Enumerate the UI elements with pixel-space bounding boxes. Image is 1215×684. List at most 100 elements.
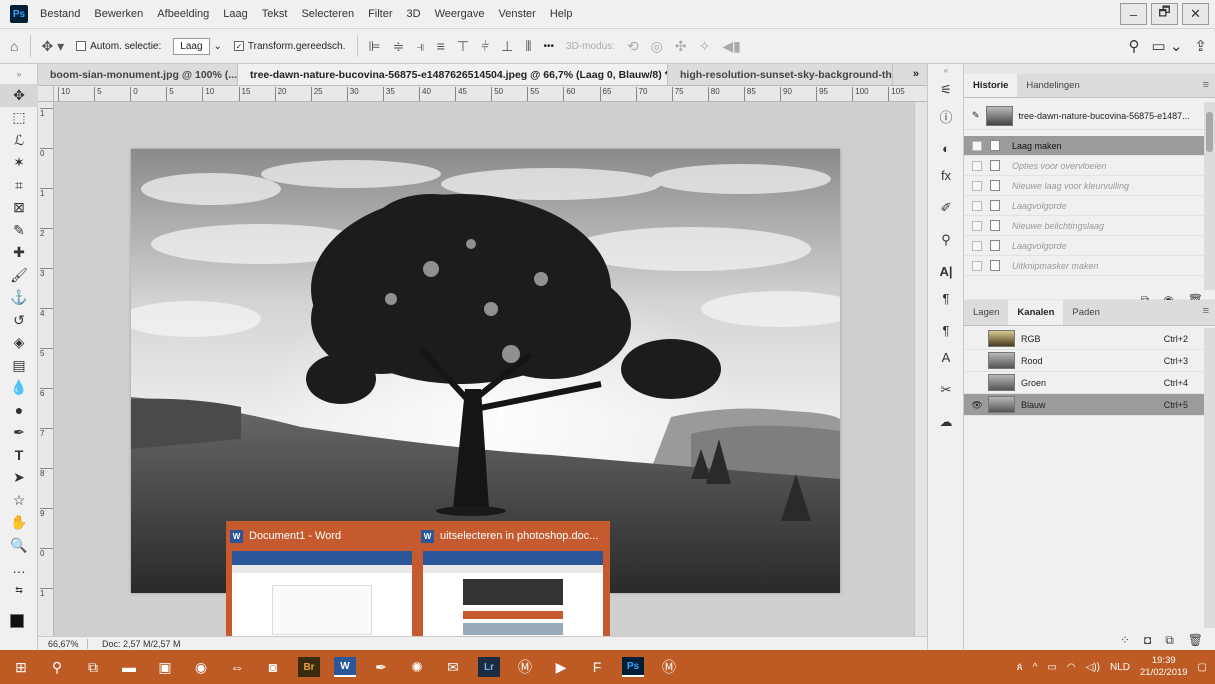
3d-scale-icon[interactable]: ◀▮ (722, 38, 740, 55)
move-tool-preset-icon[interactable]: ✥ ▾ (41, 38, 64, 55)
marquee-tool-icon[interactable]: ⬚ (0, 107, 38, 130)
home-icon[interactable]: ⌂ (10, 38, 18, 54)
clone-stamp-tool-icon[interactable]: ⚓ (0, 287, 38, 310)
bridge-icon[interactable]: Br (298, 657, 320, 677)
path-selection-tool-icon[interactable]: ➤ (0, 467, 38, 490)
menu-help[interactable]: Help (550, 8, 573, 20)
transform-checkbox[interactable]: ✓ (233, 41, 244, 51)
eyedropper-tool-icon[interactable]: ✎ (0, 219, 38, 242)
history-source-checkbox[interactable] (972, 180, 982, 191)
load-selection-icon[interactable]: ⁘ (1120, 633, 1130, 647)
visibility-toggle[interactable] (970, 356, 984, 366)
character-styles-icon[interactable]: A (928, 344, 964, 371)
paragraph-styles-icon[interactable]: ¶ (928, 317, 964, 344)
menu-tekst[interactable]: Tekst (262, 8, 288, 20)
history-source-checkbox[interactable] (972, 260, 982, 271)
new-channel-icon[interactable]: ⧉ (1165, 633, 1174, 648)
menu-venster[interactable]: Venster (499, 8, 536, 20)
more-tabs-icon[interactable]: » (913, 68, 919, 80)
shape-tool-icon[interactable]: ☆ (0, 489, 38, 512)
language-indicator[interactable]: NLD (1110, 662, 1130, 673)
adjustments-panel-icon[interactable]: ◐ (928, 135, 964, 162)
photoshop-icon[interactable]: Ps (622, 657, 644, 677)
horizontal-ruler[interactable]: 10 5 0 5 10 15 20 25 30 35 40 45 50 55 60 65 70 75 80 85 90 9… (54, 86, 927, 102)
eye-icon[interactable]: 👁 (970, 400, 984, 410)
visibility-toggle[interactable] (970, 334, 984, 344)
camera-app-icon[interactable]: ◙ (258, 650, 288, 684)
hand-tool-icon[interactable]: ✋ (0, 512, 38, 535)
more-options-button[interactable]: ••• (544, 41, 555, 52)
history-scrollbar[interactable] (1204, 102, 1215, 290)
task-view-icon[interactable]: ⧉ (78, 650, 108, 684)
paragraph-panel-icon[interactable]: ¶ (928, 285, 964, 312)
3d-pan-icon[interactable]: ✣ (675, 38, 687, 55)
lasso-tool-icon[interactable]: ℒ (0, 129, 38, 152)
more-tools-icon[interactable]: … (0, 557, 38, 580)
history-snapshot[interactable]: ✎ tree-dawn-nature-bucovina-56875-e1487.… (964, 102, 1204, 130)
history-item[interactable]: Nieuwe laag voor kleurvulling (964, 176, 1204, 196)
history-item[interactable]: Nieuwe belichtingslaag (964, 216, 1204, 236)
3d-orbit-icon[interactable]: ⟲ (627, 38, 639, 55)
history-source-checkbox[interactable] (972, 200, 982, 211)
zoom-tool-icon[interactable]: 🔍 (0, 534, 38, 557)
history-item[interactable]: Uitknipmasker maken (964, 256, 1204, 276)
menu-3d[interactable]: 3D (407, 8, 421, 20)
channel-row[interactable]: Groen Ctrl+4 (964, 372, 1204, 394)
show-hidden-icons[interactable]: ^ (1033, 662, 1038, 673)
channels-scrollbar[interactable] (1204, 328, 1215, 628)
tree-app-icon[interactable]: ✺ (402, 650, 432, 684)
healing-brush-tool-icon[interactable]: ✚ (0, 242, 38, 265)
history-source-checkbox[interactable] (972, 140, 982, 151)
word-window-preview[interactable]: Wuitselecteren in photoshop.doc... (421, 525, 606, 636)
history-source-checkbox[interactable] (972, 220, 982, 231)
trash-icon[interactable]: 🗑 (1188, 633, 1203, 647)
search-icon[interactable]: ⚲ (1129, 37, 1140, 55)
history-item[interactable]: Opties voor overvloeien (964, 156, 1204, 176)
frame-tool-icon[interactable]: ⊠ (0, 197, 38, 220)
app-icon[interactable]: Ⓜ (510, 650, 540, 684)
collapse-toolbar-icon[interactable]: » (0, 64, 38, 84)
tool-presets-icon[interactable]: ✂ (928, 376, 964, 403)
info-panel-icon[interactable]: ⓘ (928, 103, 964, 130)
volume-icon[interactable]: ◁)) (1086, 662, 1100, 673)
menu-filter[interactable]: Filter (368, 8, 392, 20)
history-item[interactable]: Laagvolgorde (964, 236, 1204, 256)
store-icon[interactable]: ▣ (150, 650, 180, 684)
tab-paden[interactable]: Paden (1063, 300, 1108, 325)
menu-afbeelding[interactable]: Afbeelding (157, 8, 209, 20)
auto-select-dropdown[interactable]: Laag (173, 37, 210, 55)
brush-settings-icon[interactable]: ✐ (928, 194, 964, 221)
blur-tool-icon[interactable]: 💧 (0, 377, 38, 400)
visibility-toggle[interactable] (970, 378, 984, 388)
battery-icon[interactable]: ▭ (1047, 662, 1056, 673)
workspace-icon[interactable]: ▭ ⌄ (1152, 37, 1183, 55)
tab-sunset-sky[interactable]: high-resolution-sunset-sky-background-th… (668, 64, 893, 85)
word-window-preview[interactable]: W Document1 - Word (230, 525, 415, 636)
tab-tree-dawn[interactable]: tree-dawn-nature-bucovina-56875-e1487626… (238, 64, 668, 85)
menu-weergave[interactable]: Weergave (435, 8, 485, 20)
panel-menu-icon[interactable]: ≡ (1203, 305, 1209, 317)
history-brush-tool-icon[interactable]: ↺ (0, 309, 38, 332)
character-panel-icon[interactable]: A| (928, 258, 964, 285)
wifi-icon[interactable]: ◠ (1067, 662, 1076, 673)
align-center-icon[interactable]: ≑ (393, 38, 405, 55)
font-app-icon[interactable]: F (582, 650, 612, 684)
vertical-scrollbar[interactable] (914, 102, 927, 636)
dodge-tool-icon[interactable]: ● (0, 399, 38, 422)
zoom-level[interactable]: 66,67% (38, 638, 88, 649)
scrollbar-thumb[interactable] (1206, 112, 1213, 152)
libraries-panel-icon[interactable]: ☁ (928, 408, 964, 435)
panel-menu-icon[interactable]: ≡ (1203, 79, 1209, 91)
swap-colors-icon[interactable]: ⇆ (0, 579, 38, 602)
tab-historie[interactable]: Historie (964, 74, 1018, 97)
distribute-vertical-icon[interactable]: ⦀ (525, 38, 531, 55)
tab-lagen[interactable]: Lagen (964, 300, 1008, 325)
channel-row[interactable]: Rood Ctrl+3 (964, 350, 1204, 372)
clock[interactable]: 19:39 21/02/2019 (1140, 655, 1188, 679)
file-explorer-icon[interactable]: ▬ (114, 650, 144, 684)
outlook-icon[interactable]: ✉ (438, 650, 468, 684)
brush-tool-icon[interactable]: 🖌 (0, 264, 38, 287)
styles-panel-icon[interactable]: fx (928, 162, 964, 189)
history-item[interactable]: Laagvolgorde (964, 196, 1204, 216)
media-icon[interactable]: ▶ (546, 650, 576, 684)
